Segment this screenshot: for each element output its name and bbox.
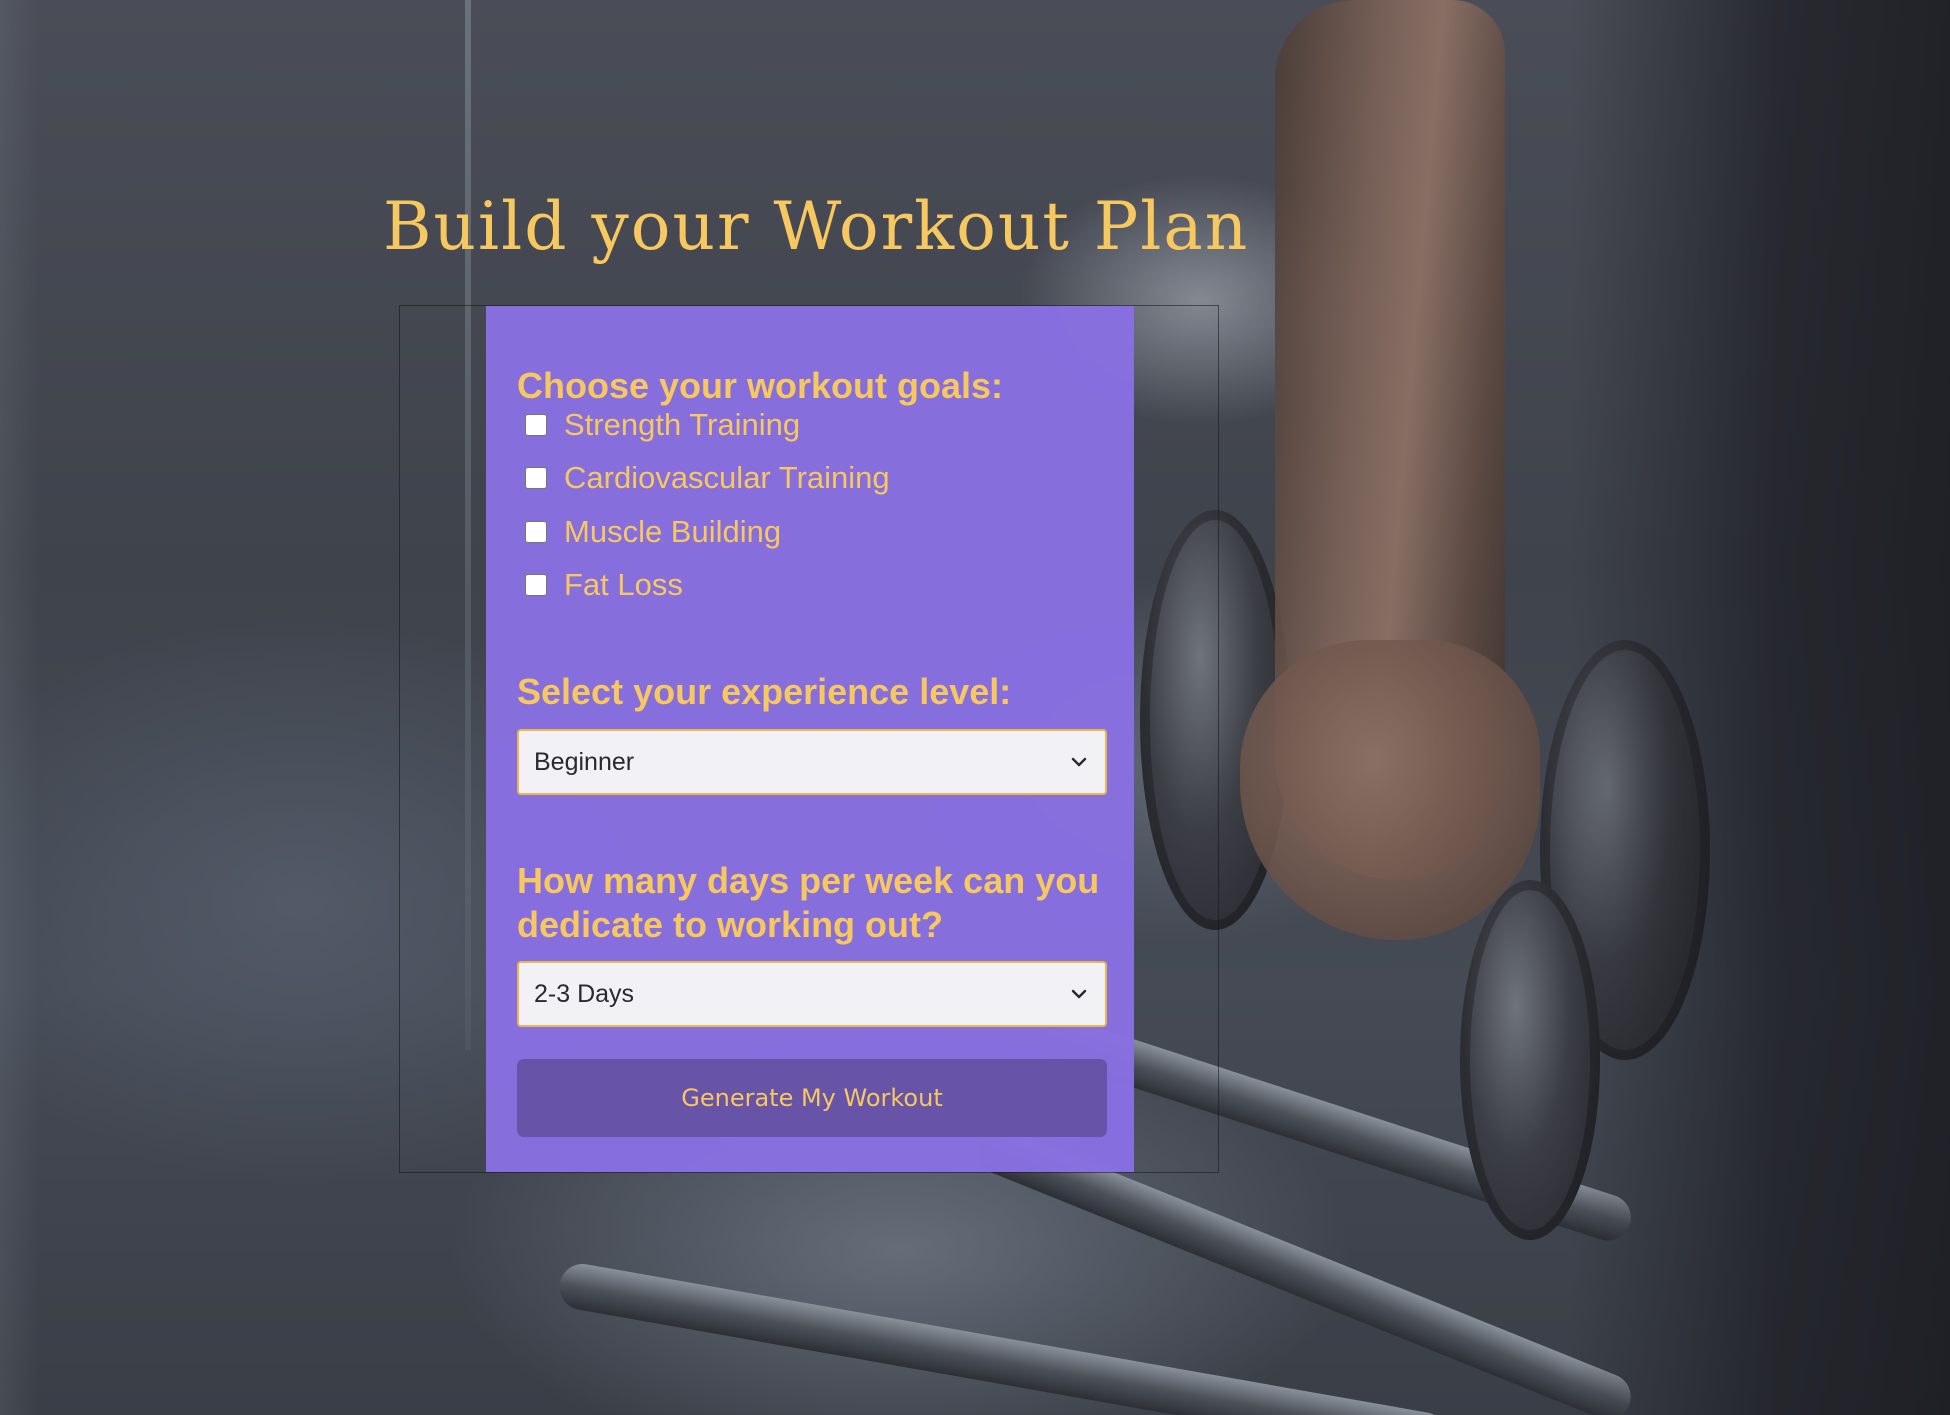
workout-form: Choose your workout goals: Strength Trai…: [486, 306, 1134, 1172]
goal-option-fat-loss[interactable]: Fat Loss: [525, 565, 683, 605]
days-per-week-label: How many days per week can you dedicate …: [517, 860, 1100, 945]
goal-option-label: Strength Training: [564, 407, 801, 442]
chevron-down-icon: [1071, 757, 1087, 767]
chevron-down-icon: [1071, 989, 1087, 999]
goal-option-label: Muscle Building: [564, 514, 782, 549]
background-glass-reflection: [0, 0, 40, 1415]
generate-workout-button[interactable]: Generate My Workout: [517, 1059, 1107, 1137]
goal-option-strength-training[interactable]: Strength Training: [525, 405, 800, 445]
muscle-building-checkbox[interactable]: [525, 521, 547, 543]
days-per-week-selected-value: 2-3 Days: [534, 979, 635, 1008]
strength-training-checkbox[interactable]: [525, 414, 547, 436]
days-per-week-select[interactable]: 2-3 Days: [517, 961, 1107, 1027]
goal-option-cardiovascular-training[interactable]: Cardiovascular Training: [525, 458, 890, 498]
goals-label: Choose your workout goals:: [517, 365, 1004, 406]
experience-level-select[interactable]: Beginner: [517, 729, 1107, 795]
page-title: Build your Workout Plan: [383, 188, 1250, 265]
goal-option-label: Cardiovascular Training: [564, 460, 890, 495]
background-hand: [1240, 640, 1540, 940]
cardiovascular-training-checkbox[interactable]: [525, 467, 547, 489]
experience-level-label: Select your experience level:: [517, 671, 1012, 712]
goal-option-label: Fat Loss: [564, 567, 683, 602]
background-shadow: [1570, 0, 1950, 1415]
fat-loss-checkbox[interactable]: [525, 574, 547, 596]
goal-option-muscle-building[interactable]: Muscle Building: [525, 512, 781, 552]
experience-level-selected-value: Beginner: [534, 747, 635, 776]
